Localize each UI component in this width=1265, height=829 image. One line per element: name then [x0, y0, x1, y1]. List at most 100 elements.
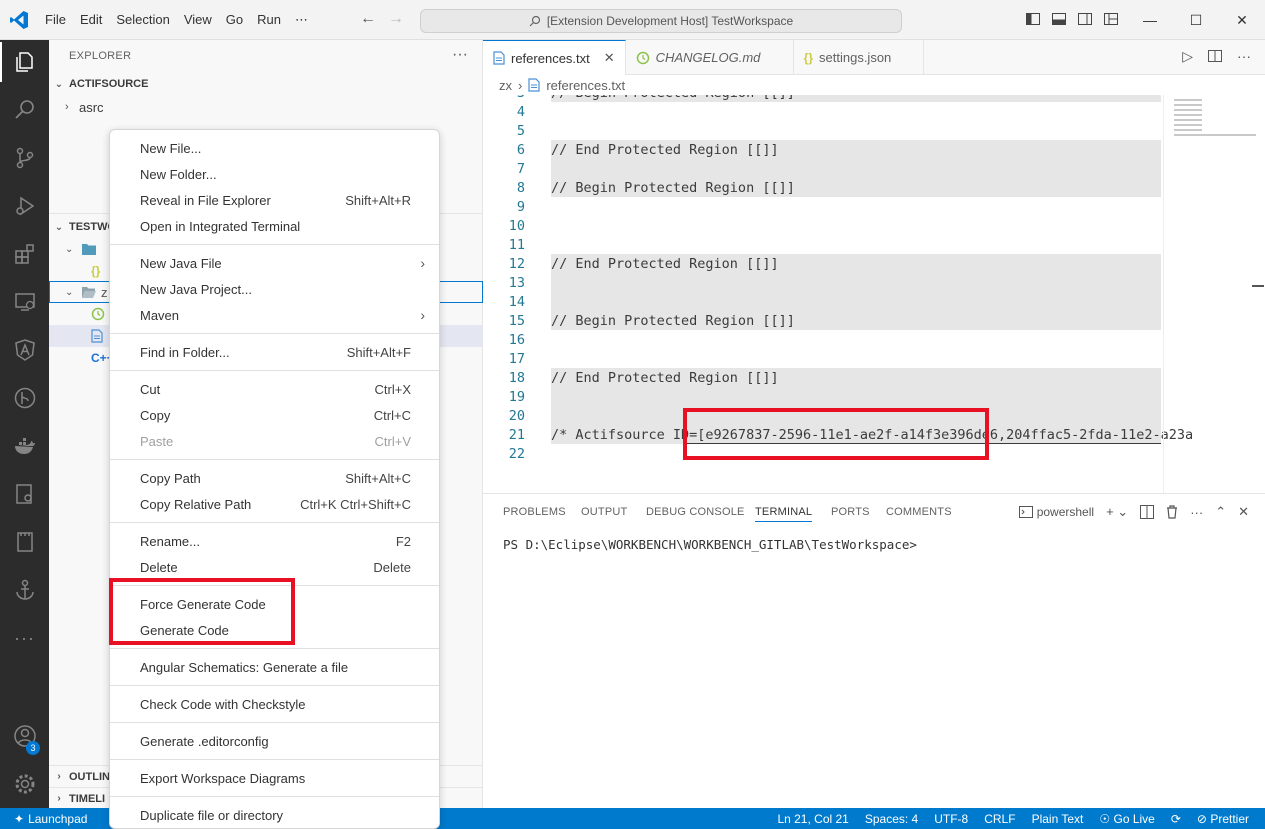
menu-more[interactable]: ⋯ — [288, 12, 315, 28]
run-debug-icon[interactable] — [0, 186, 49, 226]
test-settings-icon[interactable] — [0, 474, 49, 514]
source-control-icon[interactable] — [0, 138, 49, 178]
status-eol[interactable]: CRLF — [984, 812, 1015, 826]
extensions-icon[interactable] — [0, 234, 49, 274]
code-line[interactable]: // End Protected Region [[]] — [551, 142, 779, 158]
explorer-icon[interactable] — [0, 42, 49, 82]
terminal-prompt[interactable]: PS D:\Eclipse\WORKBENCH\WORKBENCH_GITLAB… — [503, 537, 917, 552]
menu-item-check-code-with-checkstyle[interactable]: Check Code with Checkstyle — [110, 691, 439, 717]
status-position[interactable]: Ln 21, Col 21 — [777, 812, 848, 826]
toggle-secondary-sidebar-icon[interactable] — [1077, 11, 1093, 27]
more-actions-icon[interactable]: ··· — [1237, 48, 1251, 65]
menu-item-duplicate-file-or-directory[interactable]: Duplicate file or directory — [110, 802, 439, 828]
angular-icon[interactable] — [0, 330, 49, 370]
git-graph-icon[interactable] — [0, 378, 49, 418]
split-terminal-icon[interactable] — [1140, 505, 1155, 519]
menu-item-cut[interactable]: Cut Ctrl+X — [110, 376, 439, 402]
tab-ports[interactable]: PORTS — [831, 506, 870, 518]
code-line[interactable]: // End Protected Region [[]] — [551, 256, 779, 272]
code-line[interactable]: // Begin Protected Region [[]] — [551, 180, 795, 196]
accounts-icon[interactable]: 3 — [0, 716, 49, 756]
command-center[interactable]: [Extension Development Host] TestWorkspa… — [420, 9, 902, 33]
tab-output[interactable]: OUTPUT — [581, 506, 627, 518]
search-icon[interactable] — [0, 90, 49, 130]
menu-item-new-java-file[interactable]: New Java File › — [110, 250, 439, 276]
tab-comments[interactable]: COMMENTS — [886, 506, 952, 518]
text-file-icon — [528, 78, 540, 92]
new-terminal-icon[interactable]: + ⌄ — [1106, 504, 1128, 520]
tab-changelog[interactable]: CHANGELOG.md — [626, 40, 794, 75]
menu-item-angular-schematics-generate-a-file[interactable]: Angular Schematics: Generate a file — [110, 654, 439, 680]
tree-item-asrc[interactable]: › asrc — [49, 96, 483, 118]
menu-separator — [110, 685, 439, 686]
tab-references[interactable]: references.txt ✕ — [483, 40, 626, 75]
status-launchpad[interactable]: Launchpad — [28, 812, 87, 826]
manage-gear-icon[interactable] — [0, 764, 49, 804]
anchor-icon[interactable] — [0, 570, 49, 610]
close-window-button[interactable]: ✕ — [1219, 0, 1265, 40]
menu-item-new-folder[interactable]: New Folder... — [110, 161, 439, 187]
tab-terminal[interactable]: TERMINAL — [755, 506, 813, 522]
close-tab-icon[interactable]: ✕ — [604, 50, 615, 66]
minimap[interactable] — [1163, 95, 1264, 493]
tab-settings[interactable]: {} settings.json — [794, 40, 924, 75]
status-prettier[interactable]: ⊘ Prettier — [1197, 812, 1249, 826]
menu-item-copy-path[interactable]: Copy Path Shift+Alt+C — [110, 465, 439, 491]
search-icon — [529, 15, 540, 27]
menu-item-rename[interactable]: Rename... F2 — [110, 528, 439, 554]
menu-file[interactable]: File — [38, 12, 73, 27]
menu-view[interactable]: View — [177, 12, 219, 27]
close-panel-icon[interactable]: ✕ — [1238, 504, 1249, 520]
tab-debug-console[interactable]: DEBUG CONSOLE — [646, 506, 745, 518]
menu-item-reveal-in-file-explorer[interactable]: Reveal in File Explorer Shift+Alt+R — [110, 187, 439, 213]
code-line[interactable]: // End Protected Region [[]] — [551, 370, 779, 386]
menu-item-export-workspace-diagrams[interactable]: Export Workspace Diagrams — [110, 765, 439, 791]
customize-layout-icon[interactable] — [1103, 11, 1119, 27]
breadcrumb-folder[interactable]: zx — [499, 78, 512, 93]
notebook-icon[interactable] — [0, 522, 49, 562]
code-line[interactable]: // Begin Protected Region [[]] — [551, 95, 795, 101]
forward-arrow-icon[interactable]: → — [388, 10, 404, 28]
vscode-logo-icon — [0, 0, 38, 40]
more-actions-icon[interactable]: ··· — [1190, 505, 1203, 520]
menu-item-maven[interactable]: Maven › — [110, 302, 439, 328]
minimize-button[interactable]: — — [1127, 0, 1173, 40]
menu-item-delete[interactable]: Delete Delete — [110, 554, 439, 580]
remote-explorer-icon[interactable] — [0, 282, 49, 322]
trash-icon[interactable] — [1166, 505, 1178, 519]
activity-bar: ··· 3 — [0, 40, 49, 808]
menu-go[interactable]: Go — [219, 12, 250, 27]
sync-icon[interactable]: ⟳ — [1171, 812, 1181, 826]
maximize-panel-icon[interactable]: ⌃ — [1215, 504, 1226, 520]
menu-item-copy[interactable]: Copy Ctrl+C — [110, 402, 439, 428]
menu-item-generate-editorconfig[interactable]: Generate .editorconfig — [110, 728, 439, 754]
code-line[interactable]: // Begin Protected Region [[]] — [551, 313, 795, 329]
run-play-icon[interactable]: ▷ — [1182, 48, 1193, 65]
more-actions-icon[interactable]: ··· — [452, 46, 468, 64]
menu-item-copy-relative-path[interactable]: Copy Relative Path Ctrl+K Ctrl+Shift+C — [110, 491, 439, 517]
menu-item-open-in-integrated-terminal[interactable]: Open in Integrated Terminal — [110, 213, 439, 239]
menu-item-new-file[interactable]: New File... — [110, 135, 439, 161]
bottom-panel: PROBLEMS OUTPUT DEBUG CONSOLE TERMINAL P… — [483, 493, 1265, 808]
menu-edit[interactable]: Edit — [73, 12, 109, 27]
menu-run[interactable]: Run — [250, 12, 288, 27]
status-language[interactable]: Plain Text — [1032, 812, 1084, 826]
menu-selection[interactable]: Selection — [109, 12, 176, 27]
maximize-button[interactable]: ☐ — [1173, 0, 1219, 40]
back-arrow-icon[interactable]: ← — [360, 10, 376, 28]
split-editor-icon[interactable] — [1207, 48, 1223, 64]
status-spaces[interactable]: Spaces: 4 — [865, 812, 918, 826]
terminal-shell-selector[interactable]: powershell — [1018, 505, 1094, 519]
menu-item-new-java-project[interactable]: New Java Project... — [110, 276, 439, 302]
toggle-panel-icon[interactable] — [1051, 11, 1067, 27]
section-actifsource[interactable]: ⌄ ACTIFSOURCE — [49, 73, 483, 95]
status-encoding[interactable]: UTF-8 — [934, 812, 968, 826]
toggle-sidebar-icon[interactable] — [1025, 11, 1041, 27]
tab-problems[interactable]: PROBLEMS — [503, 506, 566, 518]
chevron-right-icon: › — [420, 307, 425, 323]
status-golive[interactable]: ☉ Go Live — [1099, 812, 1154, 826]
breadcrumb-file[interactable]: references.txt — [546, 78, 625, 93]
docker-icon[interactable] — [0, 426, 49, 466]
more-views-icon[interactable]: ··· — [0, 618, 49, 658]
menu-item-find-in-folder[interactable]: Find in Folder... Shift+Alt+F — [110, 339, 439, 365]
